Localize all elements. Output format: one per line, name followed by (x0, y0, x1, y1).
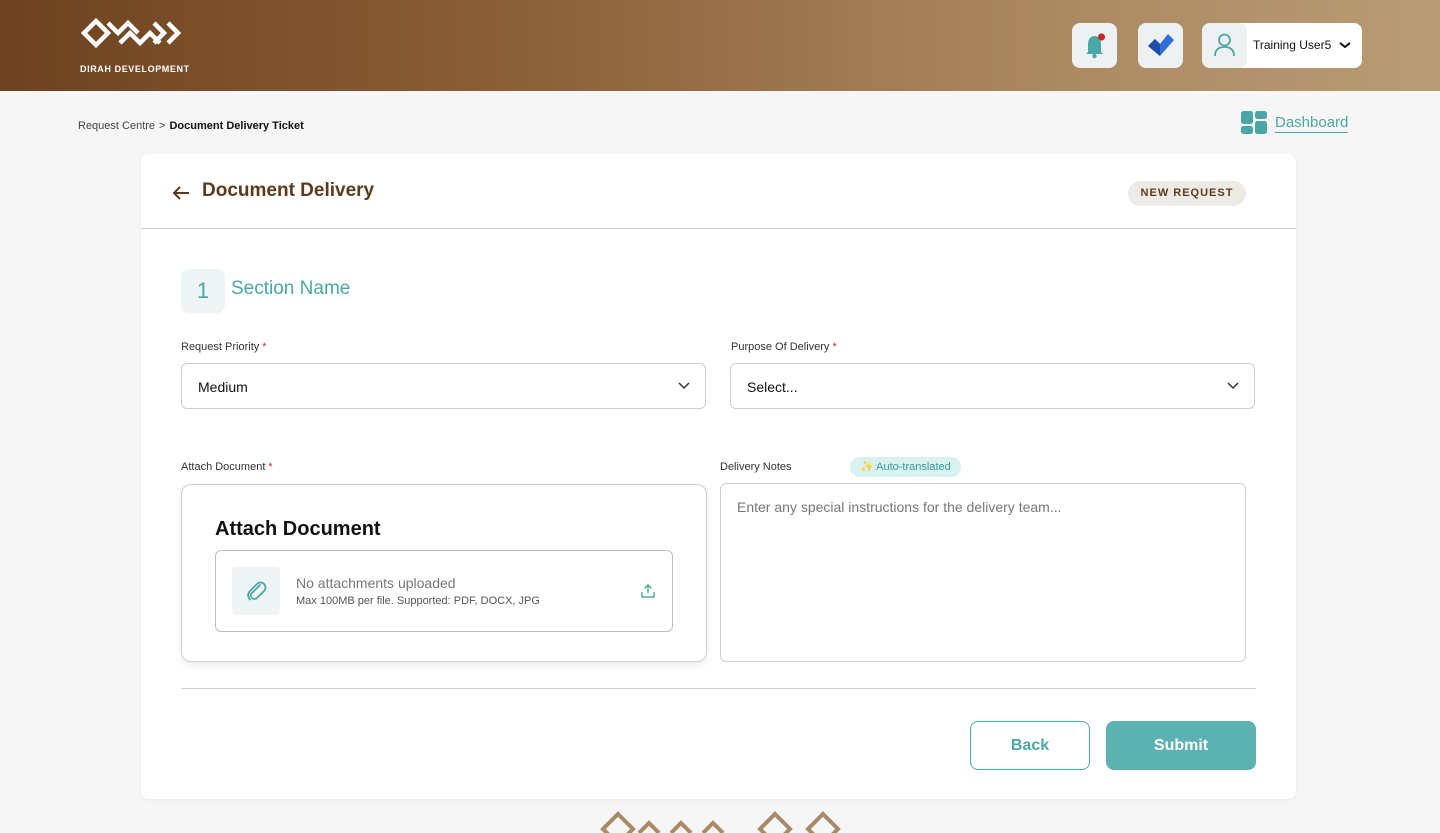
footer-divider (181, 688, 1256, 689)
user-name: Training User5 (1253, 38, 1332, 52)
page-title: Document Delivery (202, 180, 375, 201)
bell-icon (1086, 33, 1106, 59)
header-divider (141, 228, 1296, 229)
purpose-of-delivery-label-text: Purpose Of Delivery (731, 341, 830, 353)
upload-icon[interactable] (641, 583, 655, 599)
no-attachments-text: No attachments uploaded (296, 575, 456, 591)
file-dropzone[interactable]: No attachments uploaded Max 100MB per fi… (215, 550, 673, 632)
breadcrumb-item-request-centre[interactable]: Request Centre (78, 120, 155, 132)
back-button[interactable]: Back (970, 721, 1090, 770)
purpose-of-delivery-value: Select... (747, 379, 798, 395)
notifications-button[interactable] (1072, 23, 1117, 68)
paperclip-icon (247, 581, 267, 601)
submit-button[interactable]: Submit (1106, 721, 1256, 770)
delivery-notes-textarea[interactable] (720, 483, 1246, 662)
upload-hint: Max 100MB per file. Supported: PDF, DOCX… (296, 595, 540, 607)
top-bar: DIRAH DEVELOPMENT Training User5 (0, 0, 1440, 91)
chevron-down-icon (1227, 382, 1239, 390)
request-form-card: Document Delivery NEW REQUEST 1 Section … (141, 154, 1296, 799)
required-mark: * (262, 341, 267, 353)
chevron-down-icon (1339, 42, 1351, 49)
attach-document-label-text: Attach Document (181, 461, 266, 473)
status-badge: NEW REQUEST (1128, 181, 1246, 206)
attach-document-title: Attach Document (215, 518, 381, 540)
required-mark: * (832, 341, 837, 353)
delivery-notes-label: Delivery Notes (720, 461, 792, 473)
auto-translated-badge: ✨ Auto-translated (850, 457, 961, 477)
request-priority-label: Request Priority * (181, 341, 267, 353)
required-mark: * (268, 461, 273, 473)
purpose-of-delivery-label: Purpose Of Delivery * (731, 341, 837, 353)
back-arrow-icon[interactable] (171, 183, 191, 203)
decorative-pattern-icon (600, 811, 841, 833)
request-priority-select[interactable]: Medium (181, 363, 706, 409)
purpose-of-delivery-select[interactable]: Select... (730, 363, 1255, 409)
user-icon (1214, 33, 1235, 57)
breadcrumb-separator: > (159, 120, 166, 132)
dashboard-link-label: Dashboard (1275, 114, 1349, 133)
breadcrumb-item-current: Document Delivery Ticket (169, 120, 304, 132)
tasks-check-icon (1148, 34, 1174, 56)
tasks-button[interactable] (1138, 23, 1183, 68)
section-title: Section Name (231, 278, 351, 299)
dashboard-grid-icon (1241, 111, 1267, 134)
avatar (1202, 23, 1247, 68)
logo-text: DIRAH DEVELOPMENT (80, 64, 190, 74)
request-priority-label-text: Request Priority (181, 341, 260, 353)
chevron-down-icon (678, 382, 690, 390)
attach-document-label: Attach Document * (181, 461, 273, 473)
breadcrumb: Request Centre > Document Delivery Ticket (78, 120, 304, 132)
section-number: 1 (181, 269, 225, 313)
request-priority-value: Medium (198, 379, 248, 395)
user-menu[interactable]: Training User5 (1202, 23, 1362, 68)
logo-mark-icon (80, 17, 182, 49)
attach-document-panel: Attach Document No attachments uploaded … (181, 484, 707, 662)
company-logo[interactable]: DIRAH DEVELOPMENT (80, 16, 192, 76)
attachment-icon-box (232, 567, 280, 615)
